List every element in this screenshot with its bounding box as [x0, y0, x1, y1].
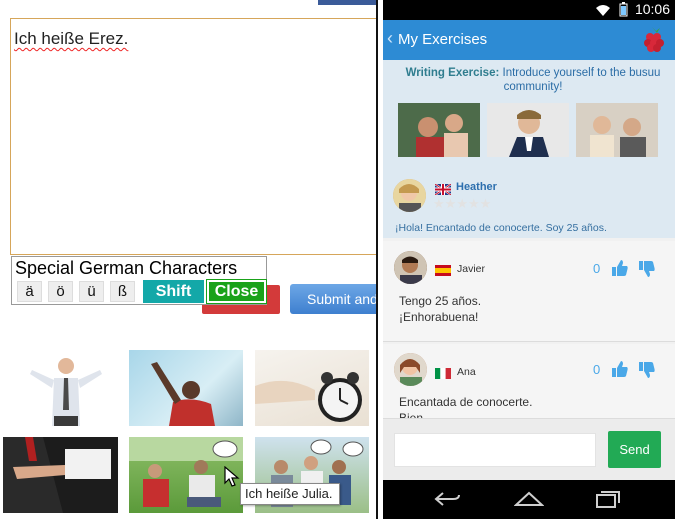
commenter-name[interactable]: Javier — [457, 263, 485, 275]
status-time: 10:06 — [634, 1, 670, 17]
comment-text: Tengo 25 años. ¡Enhorabuena! — [399, 294, 482, 324]
star-icon: ★ — [479, 196, 492, 211]
photo-businessman[interactable] — [14, 350, 118, 426]
thumbs-down-icon[interactable] — [638, 361, 656, 379]
status-bar: 10:06 — [383, 0, 675, 20]
key-o-umlaut[interactable]: ö — [48, 281, 73, 302]
author-name[interactable]: Heather — [456, 181, 497, 193]
exercise-image-1[interactable] — [398, 103, 480, 157]
recent-apps-icon[interactable] — [595, 490, 621, 513]
italy-flag-icon — [435, 366, 451, 379]
keyboard-title: Special German Characters — [15, 258, 238, 278]
comment-composer: Send — [383, 418, 675, 480]
star-icon: ★ — [467, 196, 480, 211]
top-strip — [318, 0, 376, 5]
back-chevron-icon[interactable]: ‹ — [387, 28, 393, 49]
thumbs-down-icon[interactable] — [638, 260, 656, 278]
photo-name-card[interactable] — [3, 437, 118, 513]
comment-item: Javier 0 Tengo 25 años. ¡Enhorabuena! — [383, 241, 675, 342]
avatar[interactable] — [393, 179, 426, 212]
editor-text: Ich heiße Erez. — [14, 29, 129, 48]
star-icon: ★ — [456, 196, 468, 211]
key-eszett[interactable]: ß — [110, 281, 135, 302]
close-button[interactable]: Close — [206, 279, 267, 304]
vote-count: 0 — [593, 362, 601, 377]
photo-waving-man[interactable] — [129, 350, 243, 426]
home-icon[interactable] — [513, 491, 545, 512]
photo-alarm-clock[interactable] — [255, 350, 369, 426]
comment-item: Ana 0 Encantada de conocerte. Bien — [383, 344, 675, 425]
battery-icon — [619, 2, 628, 22]
send-button[interactable]: Send — [608, 431, 661, 468]
app-title: My Exercises — [398, 31, 488, 48]
left-panel: Ich heiße Erez. Submit and Special Germa… — [0, 0, 378, 519]
thumbs-up-icon[interactable] — [611, 360, 629, 378]
vote-count: 0 — [593, 261, 601, 276]
avatar[interactable] — [394, 353, 427, 386]
exercise-image-2[interactable] — [487, 103, 569, 157]
avatar[interactable] — [394, 251, 427, 284]
key-u-umlaut[interactable]: ü — [79, 281, 104, 302]
app-bar: ‹ My Exercises — [383, 20, 675, 60]
key-a-umlaut[interactable]: ä — [17, 281, 42, 302]
author-text: ¡Hola! Encantado de conocerte. Soy 25 añ… — [395, 222, 607, 234]
thumbs-up-icon[interactable] — [611, 259, 629, 277]
star-icon: ★ — [444, 196, 457, 211]
phone-screen: 10:06 ‹ My Exercises Writing Exercise: I… — [383, 0, 675, 519]
commenter-name[interactable]: Ana — [457, 366, 476, 378]
spain-flag-icon — [435, 263, 451, 276]
mouse-pointer-icon — [224, 465, 240, 493]
star-rating[interactable]: ★★★★★ — [433, 195, 491, 213]
shift-button[interactable]: Shift — [143, 280, 204, 303]
raspberry-logo-icon — [642, 25, 666, 58]
back-icon[interactable] — [433, 491, 461, 512]
submit-button[interactable]: Submit and — [290, 284, 376, 314]
navigation-bar — [383, 480, 675, 519]
text-editor[interactable]: Ich heiße Erez. — [10, 18, 376, 255]
star-icon: ★ — [433, 196, 445, 211]
comment-input[interactable] — [394, 433, 596, 467]
exercise-image-3[interactable] — [576, 103, 658, 157]
exercise-prompt: Writing Exercise: Introduce yourself to … — [405, 67, 661, 93]
special-characters-keyboard: Special German Characters ä ö ü ß Shift … — [11, 256, 267, 305]
exercise-card: Writing Exercise: Introduce yourself to … — [383, 60, 675, 238]
tooltip: Ich heiße Julia. — [240, 483, 340, 505]
